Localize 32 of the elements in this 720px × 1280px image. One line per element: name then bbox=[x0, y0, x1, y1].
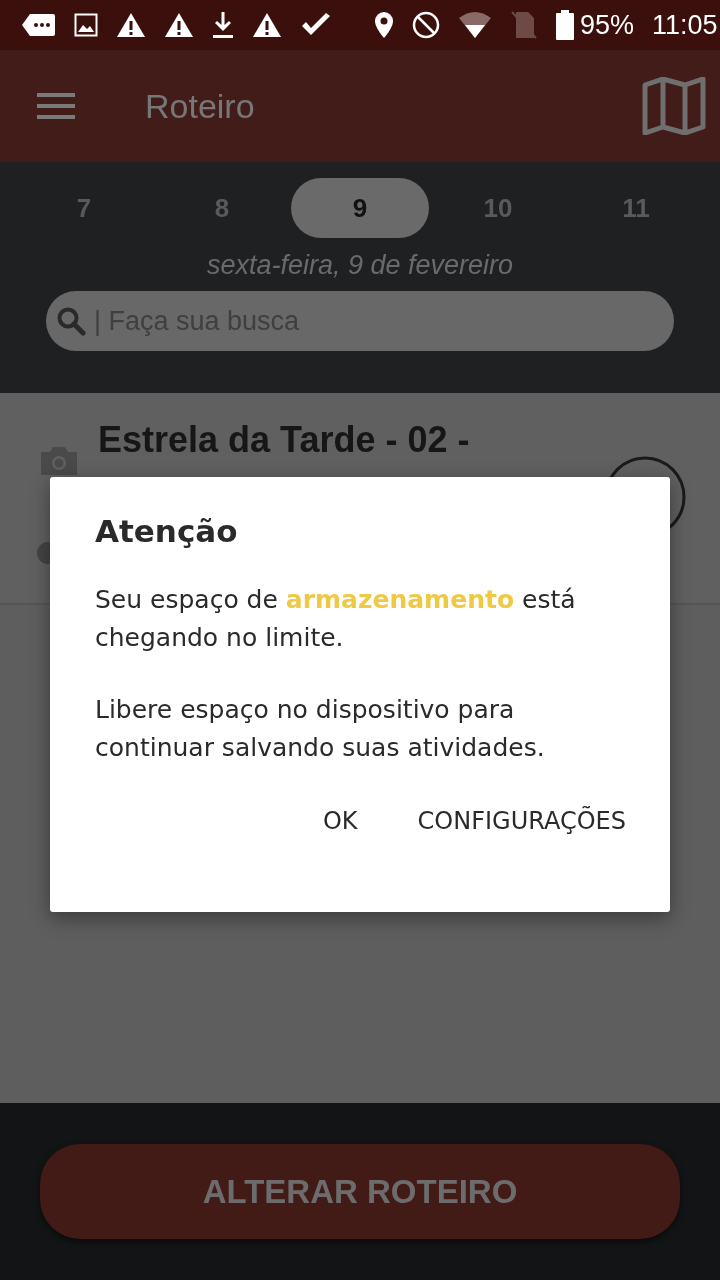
download-icon bbox=[212, 11, 234, 39]
wifi-icon bbox=[458, 11, 492, 39]
dialog-message: Libere espaço no dispositivo para continuar salvando suas atividades. bbox=[95, 694, 546, 764]
warning-icon bbox=[252, 12, 282, 38]
dialog-title: Atenção bbox=[95, 513, 239, 549]
warning-icon bbox=[116, 12, 146, 38]
battery-percentage: 95% bbox=[580, 9, 635, 41]
menu-icon[interactable] bbox=[37, 92, 75, 120]
day-tab[interactable]: 7 bbox=[15, 178, 153, 238]
search-icon bbox=[56, 306, 86, 336]
change-itinerary-button[interactable]: ALTERAR ROTEIRO bbox=[40, 1144, 680, 1239]
day-tab[interactable]: 9 bbox=[291, 178, 429, 238]
message-icon bbox=[20, 11, 56, 39]
app-title: Roteiro bbox=[145, 86, 256, 126]
check-icon bbox=[300, 13, 332, 37]
do-not-disturb-icon bbox=[412, 11, 440, 39]
camera-icon bbox=[39, 446, 79, 476]
dialog-message: Seu espaço de armazenamento está chegando no limite. bbox=[95, 584, 577, 654]
map-icon[interactable] bbox=[642, 77, 706, 135]
battery-icon bbox=[556, 10, 574, 40]
day-tab[interactable]: 10 bbox=[429, 178, 567, 238]
day-tab[interactable]: 11 bbox=[567, 178, 705, 238]
activity-title: Estrela da Tarde - 02 - bbox=[98, 419, 470, 461]
dialog-button[interactable]: CONFIGURAÇÕES bbox=[417, 801, 626, 841]
clock: 11:05 bbox=[652, 9, 718, 41]
location-pin-icon bbox=[374, 11, 394, 39]
image-icon bbox=[74, 13, 98, 37]
day-tab[interactable]: 8 bbox=[153, 178, 291, 238]
date-label: sexta-feira, 9 de fevereiro bbox=[206, 250, 514, 281]
no-sim-icon bbox=[510, 10, 538, 40]
warning-icon bbox=[164, 12, 194, 38]
dialog-button[interactable]: OK bbox=[322, 801, 358, 841]
